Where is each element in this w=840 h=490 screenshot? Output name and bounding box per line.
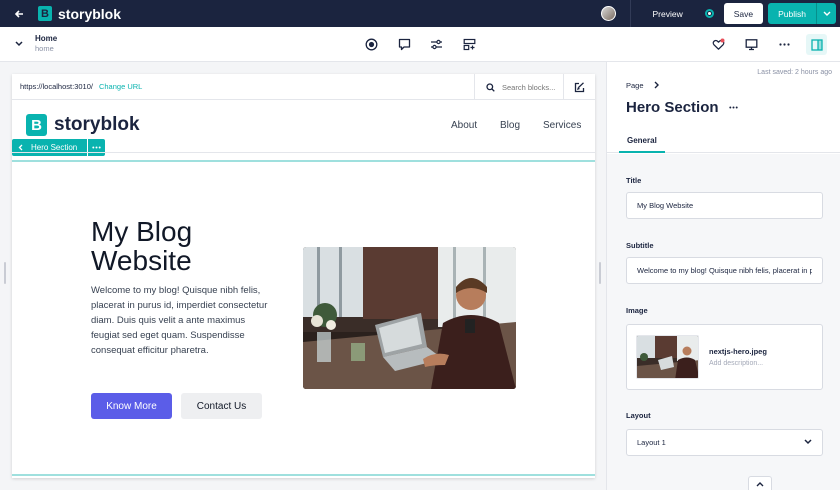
app-name: storyblok (58, 5, 122, 22)
nav-link-services[interactable]: Services (543, 120, 581, 131)
panel-title: Hero Section (626, 99, 738, 116)
storyblok-logo-icon: B (26, 114, 47, 136)
url-bar: https://localhost:3010/ Change URL (12, 74, 595, 100)
image-asset-field[interactable]: nextjs-hero.jpeg Add description... (626, 324, 823, 390)
avatar[interactable] (600, 6, 616, 21)
settings-button[interactable] (429, 37, 443, 51)
nav-link-blog[interactable]: Blog (500, 120, 520, 131)
sliders-icon (430, 39, 442, 49)
back-button[interactable] (0, 0, 38, 27)
layout-select[interactable]: Layout 1 (626, 429, 823, 456)
site-logo-text: storyblok (54, 114, 140, 135)
more-icon[interactable] (728, 106, 738, 109)
preview-url: https://localhost:3010/ (20, 82, 93, 91)
chevron-down-icon (15, 41, 23, 47)
visual-editor-preview: https://localhost:3010/ Change URL B sto… (12, 74, 595, 478)
story-title: Home (35, 34, 58, 43)
block-title: Hero Section (626, 99, 719, 116)
preview-button[interactable]: Preview (631, 9, 705, 19)
layout-field-label: Layout (626, 411, 651, 420)
nav-link-about[interactable]: About (451, 120, 477, 131)
block-tag-label: Hero Section (31, 143, 78, 152)
edit-mode-button[interactable] (563, 74, 595, 100)
chevron-up-icon (756, 481, 764, 486)
hero-title: My Blog Website (91, 216, 193, 276)
comment-icon (398, 38, 410, 50)
site-logo[interactable]: B storyblok (26, 114, 140, 136)
app-logo[interactable]: B storyblok (38, 6, 121, 22)
favorite-button[interactable] (711, 37, 725, 51)
hero-image (303, 247, 516, 389)
change-url-link[interactable]: Change URL (99, 82, 142, 91)
top-bar: B storyblok Preview Save Publish (0, 0, 840, 27)
blocks-button[interactable] (462, 37, 476, 51)
asset-thumbnail[interactable] (636, 335, 699, 379)
divider (12, 152, 595, 153)
heart-icon (712, 38, 724, 50)
block-tag-hero-section[interactable]: Hero Section (12, 139, 88, 156)
block-search-input[interactable] (502, 82, 562, 92)
scroll-up-button[interactable] (748, 476, 772, 490)
subtitle-field[interactable] (626, 257, 823, 284)
comments-button[interactable] (397, 37, 411, 51)
monitor-icon (745, 38, 757, 50)
image-field-label: Image (626, 306, 648, 315)
publish-button[interactable]: Publish (768, 3, 816, 24)
panel-resize-handle[interactable] (599, 262, 601, 284)
hero-subtitle: Welcome to my blog! Quisque nibh felis, … (91, 285, 268, 356)
content-panel: Last saved: 2 hours ago Page Hero Sectio… (606, 62, 840, 490)
panel-form: Title Subtitle Image nextjs-hero.jpeg (607, 154, 840, 490)
left-resize-handle[interactable] (4, 262, 6, 284)
chevron-down-icon (804, 439, 812, 445)
asset-description-input[interactable]: Add description... (709, 360, 763, 367)
story-menu-toggle[interactable] (15, 40, 23, 49)
tab-general[interactable]: General (619, 129, 665, 153)
search-icon (486, 82, 495, 92)
more-options-button[interactable] (777, 37, 791, 51)
know-more-button[interactable]: Know More (91, 393, 172, 419)
chevron-left-icon (18, 144, 23, 151)
block-search[interactable] (474, 74, 563, 100)
more-icon (92, 146, 101, 149)
device-preview-button[interactable] (744, 37, 758, 51)
blocks-icon (463, 38, 475, 50)
toggle-panel-button[interactable] (806, 34, 827, 55)
record-icon (365, 38, 377, 50)
more-icon (778, 42, 790, 46)
asset-filename: nextjs-hero.jpeg (709, 347, 767, 356)
chevron-down-icon (823, 11, 830, 16)
back-arrow-icon (14, 9, 23, 18)
breadcrumb-page[interactable]: Page (626, 81, 644, 90)
save-button[interactable]: Save (723, 3, 764, 24)
status-indicator-icon[interactable] (704, 9, 714, 18)
chevron-right-icon (654, 81, 659, 89)
hero-selection-bottom (12, 474, 595, 476)
record-button[interactable] (364, 37, 378, 51)
subtitle-field-label: Subtitle (626, 241, 654, 250)
edit-icon (574, 81, 585, 92)
last-saved-status: Last saved: 2 hours ago (757, 69, 832, 76)
breadcrumb[interactable]: Page (626, 81, 659, 90)
title-field[interactable] (626, 192, 823, 219)
publish-dropdown-button[interactable] (816, 3, 836, 24)
panel-tabs: General (607, 129, 840, 153)
hero-selection-top (12, 160, 595, 162)
storyblok-logo-icon: B (38, 6, 52, 21)
panel-layout-icon (810, 38, 823, 51)
story-slug: home (35, 44, 54, 53)
block-toolbar: Hero Section (12, 139, 106, 156)
title-field-label: Title (626, 176, 642, 185)
contact-us-button[interactable]: Contact Us (181, 393, 262, 419)
story-toolbar: Home home (0, 27, 840, 62)
block-options-button[interactable] (88, 139, 106, 156)
layout-select-value: Layout 1 (637, 438, 666, 447)
